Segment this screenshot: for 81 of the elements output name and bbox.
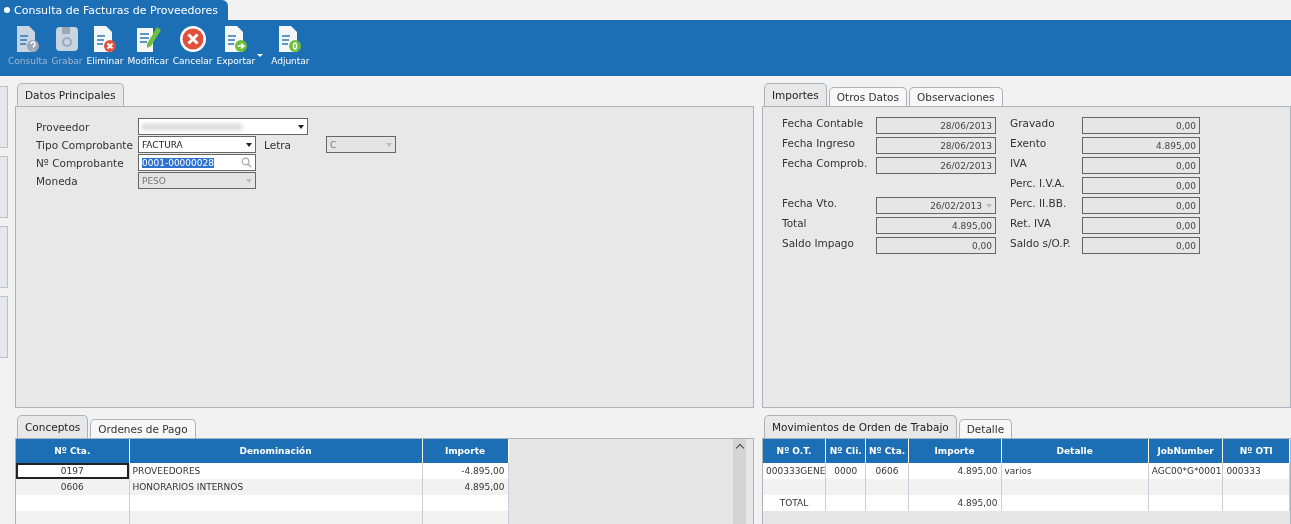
- side-tab[interactable]: [0, 156, 8, 218]
- table-cell: 0197: [16, 463, 129, 479]
- toolbar-button[interactable]: Adjuntar: [269, 24, 312, 66]
- table-cell: 4.895,00: [908, 495, 1001, 511]
- table-cell: -4.895,00: [422, 463, 508, 479]
- table-cell: 0606: [865, 463, 909, 479]
- field-label: Moneda: [36, 174, 79, 187]
- column-header[interactable]: Denominación: [129, 439, 422, 463]
- panel-tab[interactable]: Movimientos de Orden de Trabajo: [764, 415, 957, 438]
- field-label: Fecha Vto.: [782, 197, 838, 211]
- value-field: 0,00: [876, 237, 996, 254]
- value-field: 0,00: [1082, 217, 1200, 234]
- supplier-dropdown[interactable]: [138, 118, 308, 135]
- table-cell: varios: [1001, 463, 1149, 479]
- search-icon[interactable]: [241, 157, 252, 168]
- value-field: 0,00: [1082, 117, 1200, 134]
- table-cell: 000333GENE: [763, 463, 826, 479]
- value-field: 0,00: [1082, 237, 1200, 254]
- panel-tab[interactable]: Ordenes de Pago: [90, 419, 196, 438]
- field-label: Fecha Ingreso: [782, 137, 856, 151]
- toolbar-button[interactable]: Eliminar: [84, 24, 126, 66]
- field-label: Tipo Comprobante: [36, 138, 134, 151]
- column-header[interactable]: Importe: [908, 439, 1001, 463]
- field-label: IVA: [1010, 157, 1028, 171]
- table-cell: TOTAL: [763, 495, 826, 511]
- toolbar-button[interactable]: Modificar: [125, 24, 171, 66]
- cancel-icon: [177, 24, 208, 54]
- value-field: 4.895,00: [876, 217, 996, 234]
- window-tab[interactable]: Consulta de Facturas de Proveedores: [0, 0, 229, 20]
- field-label: Saldo s/O.P.: [1010, 237, 1072, 251]
- table-cell: 000333: [1222, 463, 1290, 479]
- side-tab[interactable]: [0, 86, 8, 148]
- side-tab[interactable]: [0, 226, 8, 288]
- value-field: 26/02/2013: [876, 157, 996, 174]
- panel-tab[interactable]: Observaciones: [909, 87, 1003, 106]
- value-field: 0,00: [1082, 197, 1200, 214]
- field-label: Fecha Comprob.: [782, 157, 869, 171]
- field-label: Letra: [263, 138, 292, 151]
- column-header[interactable]: Importe: [422, 439, 508, 463]
- table-cell: 4.895,00: [422, 479, 508, 495]
- table-cell: 0606: [16, 479, 129, 495]
- value-field: 28/06/2013: [876, 137, 996, 154]
- panel-tab[interactable]: Detalle: [958, 419, 1013, 438]
- type-dropdown[interactable]: FACTURA: [138, 136, 256, 153]
- field-label: Proveedor: [36, 120, 91, 133]
- date-dropdown[interactable]: 26/02/2013: [876, 197, 996, 214]
- panel-tab[interactable]: Otros Datos: [828, 87, 907, 106]
- value-field: 28/06/2013: [876, 117, 996, 134]
- column-header[interactable]: Nº Cta.: [16, 439, 129, 463]
- field-label: Nº Comprobante: [36, 156, 125, 169]
- column-header[interactable]: JobNumber: [1148, 439, 1223, 463]
- side-tab[interactable]: [0, 296, 8, 358]
- column-header[interactable]: Nº OTI: [1222, 439, 1290, 463]
- number-field[interactable]: 0001-00000028: [138, 154, 256, 171]
- panel-tab[interactable]: Datos Principales: [17, 83, 124, 106]
- field-label: Saldo Impago: [782, 237, 855, 251]
- field-label: Perc. II.BB.: [1010, 197, 1068, 211]
- table-cell: 0000: [825, 463, 866, 479]
- field-label: Fecha Contable: [782, 117, 865, 131]
- toolbar-button[interactable]: Exportar: [214, 24, 258, 66]
- table-cell: 4.895,00: [908, 463, 1001, 479]
- caret-icon[interactable]: [257, 54, 264, 57]
- value-field: 0,00: [1082, 157, 1200, 174]
- column-header[interactable]: Nº Cta.: [865, 439, 909, 463]
- column-header[interactable]: Nº Cli.: [825, 439, 866, 463]
- value-field: 4.895,00: [1082, 137, 1200, 154]
- table-cell: AGC00*G*0001: [1148, 463, 1223, 479]
- field-label: Gravado: [1010, 117, 1056, 131]
- field-label: Total: [782, 217, 808, 231]
- value-field: 0,00: [1082, 177, 1200, 194]
- toolbar-button[interactable]: Cancelar: [170, 24, 215, 66]
- panel-tab[interactable]: Conceptos: [17, 415, 89, 438]
- field-label: Exento: [1010, 137, 1048, 151]
- table-cell: PROVEEDORES: [129, 463, 422, 479]
- scrollbar[interactable]: [733, 439, 746, 524]
- table-cell: HONORARIOS INTERNOS: [129, 479, 422, 495]
- field-label: Ret. IVA: [1010, 217, 1052, 231]
- field-label: Perc. I.V.A.: [1010, 177, 1066, 191]
- panel-tab[interactable]: Importes: [764, 83, 827, 106]
- column-header[interactable]: Detalle: [1001, 439, 1149, 463]
- column-header[interactable]: Nº O.T.: [763, 439, 826, 463]
